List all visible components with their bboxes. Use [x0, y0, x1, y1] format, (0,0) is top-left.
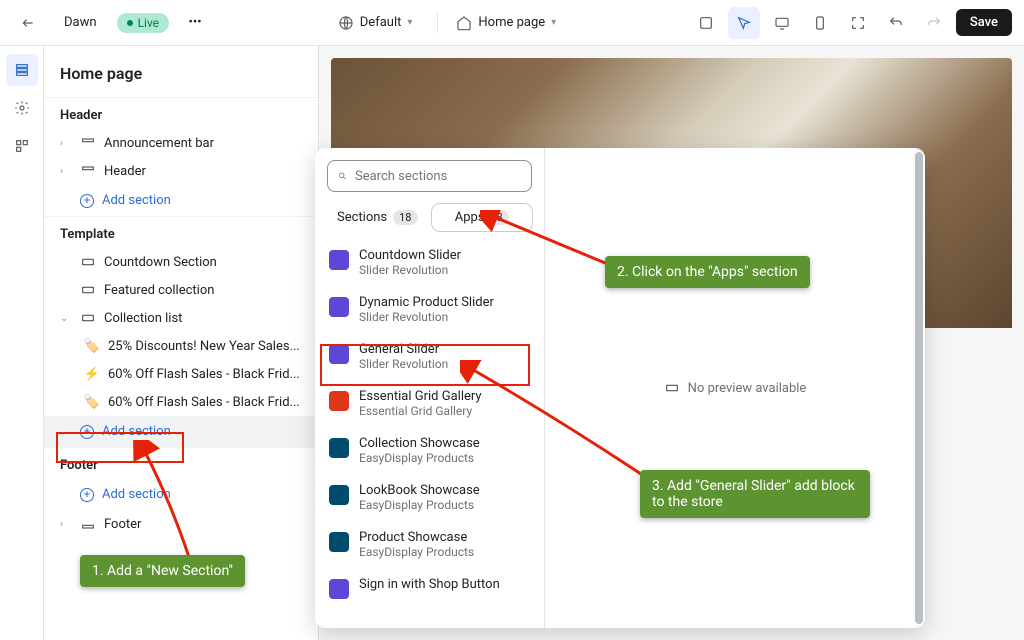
sidebar-item-announcement[interactable]: ›Announcement bar	[44, 129, 318, 157]
apps-rail-icon[interactable]	[6, 130, 38, 162]
section-picker-popup: Sections18 Apps8 Countdown SliderSlider …	[315, 148, 925, 628]
no-preview-label: No preview available	[688, 381, 807, 396]
undo-icon[interactable]	[880, 7, 912, 39]
save-button[interactable]: Save	[956, 9, 1012, 36]
mobile-icon[interactable]	[804, 7, 836, 39]
app-icon	[329, 485, 349, 505]
app-icon	[329, 297, 349, 317]
app-item-5[interactable]: LookBook ShowcaseEasyDisplay Products	[315, 474, 544, 521]
theme-name[interactable]: Dawn	[54, 7, 107, 39]
app-name: Product Showcase	[359, 530, 474, 545]
search-input[interactable]	[355, 169, 521, 184]
app-subtitle: EasyDisplay Products	[359, 545, 474, 559]
sidebar-item-footer[interactable]: ›Footer	[44, 510, 318, 538]
app-subtitle: EasyDisplay Products	[359, 498, 480, 512]
sidebar-item-collection-list[interactable]: ⌄Collection list	[44, 304, 318, 332]
app-name: Collection Showcase	[359, 436, 480, 451]
section-icon	[664, 380, 680, 396]
exit-icon[interactable]	[12, 7, 44, 39]
app-icon	[329, 391, 349, 411]
app-name: General Slider	[359, 342, 448, 357]
fullscreen-icon[interactable]	[842, 7, 874, 39]
add-section-template[interactable]: +Add section	[44, 416, 318, 447]
desktop-icon[interactable]	[766, 7, 798, 39]
sidebar-item-featured[interactable]: Featured collection	[44, 276, 318, 304]
app-subtitle: EasyDisplay Products	[359, 451, 480, 465]
sidebar-item-discount3[interactable]: 🏷️60% Off Flash Sales - Black Frid...	[44, 388, 318, 416]
sidebar-item-discount2[interactable]: ⚡60% Off Flash Sales - Black Frid...	[44, 360, 318, 388]
app-item-7[interactable]: Sign in with Shop Button	[315, 568, 544, 608]
add-section-header[interactable]: +Add section	[44, 185, 318, 216]
group-footer: Footer	[44, 447, 318, 479]
live-badge: Live	[117, 13, 169, 33]
app-subtitle: Essential Grid Gallery	[359, 404, 482, 418]
sections-rail-icon[interactable]	[6, 54, 38, 86]
app-subtitle: Slider Revolution	[359, 310, 494, 324]
app-item-0[interactable]: Countdown SliderSlider Revolution	[315, 239, 544, 286]
search-icon	[338, 168, 347, 184]
sidebar-item-discount1[interactable]: 🏷️25% Discounts! New Year Sales...	[44, 332, 318, 360]
search-input-wrap[interactable]	[327, 160, 532, 192]
redo-icon[interactable]	[918, 7, 950, 39]
app-name: Countdown Slider	[359, 248, 461, 263]
cursor-icon[interactable]	[728, 7, 760, 39]
tab-apps[interactable]: Apps8	[432, 204, 533, 231]
app-icon	[329, 250, 349, 270]
app-name: Dynamic Product Slider	[359, 295, 494, 310]
page-select[interactable]: Home page▾	[446, 7, 573, 39]
app-icon	[329, 579, 349, 599]
app-name: Sign in with Shop Button	[359, 577, 500, 592]
callout-3: 3. Add "General Slider" add block to the…	[640, 470, 870, 518]
settings-rail-icon[interactable]	[6, 92, 38, 124]
page-title: Home page	[44, 46, 318, 97]
app-icon	[329, 344, 349, 364]
callout-1: 1. Add a "New Section"	[80, 555, 245, 587]
app-item-6[interactable]: Product ShowcaseEasyDisplay Products	[315, 521, 544, 568]
app-icon	[329, 438, 349, 458]
sidebar-item-header[interactable]: ›Header	[44, 157, 318, 185]
style-select[interactable]: Default▾	[328, 7, 430, 39]
app-subtitle: Slider Revolution	[359, 357, 448, 371]
app-subtitle: Slider Revolution	[359, 263, 461, 277]
app-name: LookBook Showcase	[359, 483, 480, 498]
sidebar-item-countdown[interactable]: Countdown Section	[44, 248, 318, 276]
add-section-footer[interactable]: +Add section	[44, 479, 318, 510]
app-name: Essential Grid Gallery	[359, 389, 482, 404]
app-item-3[interactable]: Essential Grid GalleryEssential Grid Gal…	[315, 380, 544, 427]
scrollbar[interactable]	[915, 152, 923, 624]
callout-2: 2. Click on the "Apps" section	[605, 256, 810, 288]
app-item-4[interactable]: Collection ShowcaseEasyDisplay Products	[315, 427, 544, 474]
more-icon[interactable]: •••	[179, 7, 211, 39]
app-item-2[interactable]: General SliderSlider Revolution	[315, 333, 544, 380]
app-icon	[329, 532, 349, 552]
group-template: Template	[44, 216, 318, 248]
inspector-icon[interactable]	[690, 7, 722, 39]
group-header: Header	[44, 97, 318, 129]
app-item-1[interactable]: Dynamic Product SliderSlider Revolution	[315, 286, 544, 333]
tab-sections[interactable]: Sections18	[327, 204, 428, 231]
